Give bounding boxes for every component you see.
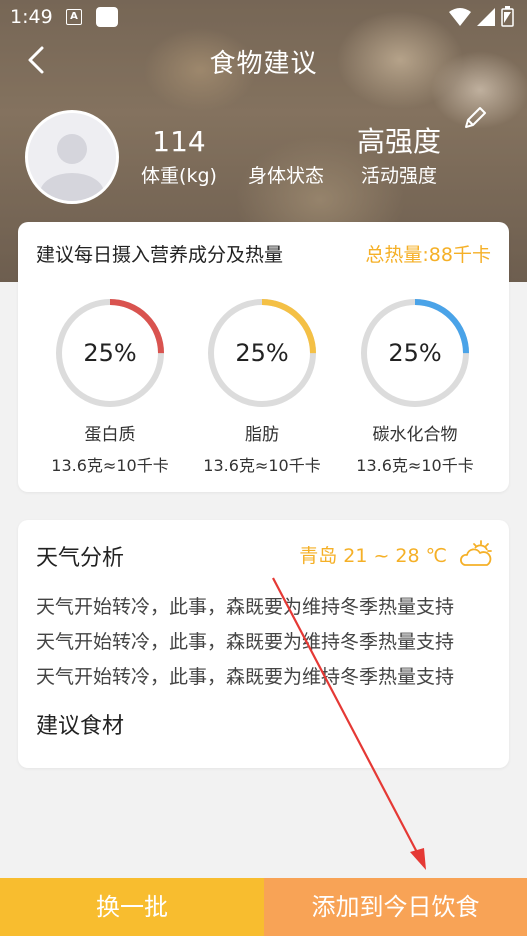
- user-placeholder-icon: [28, 113, 116, 201]
- ring-fat: 25%: [206, 297, 318, 409]
- weather-line: 天气开始转冷，此事，森既要为维持冬季热量支持: [36, 631, 455, 653]
- stat-weight: 114 体重(kg): [128, 125, 230, 189]
- nutrition-title: 建议每日摄入营养成分及热量: [36, 244, 284, 266]
- weather-line: 天气开始转冷，此事，森既要为维持冬季热量支持: [36, 666, 455, 688]
- stat-weight-label: 体重(kg): [141, 165, 217, 187]
- ring-carbs-percent: 25%: [388, 339, 442, 367]
- weather-title: 天气分析: [36, 546, 125, 571]
- status-bar: 1:49 A: [0, 0, 527, 34]
- stat-activity-label: 活动强度: [360, 165, 437, 187]
- ring-fat-amount: 13.6克≈10千卡: [203, 456, 321, 475]
- nav-bar: 食物建议: [0, 34, 527, 86]
- stat-body-status: 身体状态: [238, 125, 334, 189]
- ring-protein-percent: 25%: [83, 339, 137, 367]
- ring-fat-name: 脂肪: [245, 425, 279, 445]
- ring-protein-name: 蛋白质: [84, 425, 136, 445]
- add-to-today-button[interactable]: 添加到今日饮食: [264, 878, 527, 936]
- nutrition-total: 总热量:88千卡: [365, 244, 491, 266]
- notification-icon: A: [66, 9, 82, 25]
- page-title: 食物建议: [209, 49, 318, 79]
- suggested-ingredients-title: 建议食材: [36, 714, 125, 739]
- weather-card: 天气分析 青岛 21 ~ 28 ℃ 天气开始转冷，此事，森既要为维持冬季热量支持…: [18, 520, 509, 768]
- stat-activity: 高强度 活动强度: [350, 125, 448, 189]
- stat-body-status-label: 身体状态: [247, 165, 324, 187]
- ring-protein-amount: 13.6克≈10千卡: [51, 456, 169, 475]
- ring-fat-percent: 25%: [235, 339, 289, 367]
- weather-line: 天气开始转冷，此事，森既要为维持冬季热量支持: [36, 596, 455, 618]
- nutrition-card: 建议每日摄入营养成分及热量 总热量:88千卡 25% 蛋白质 13.6克≈10千…: [18, 222, 509, 492]
- avatar[interactable]: [25, 110, 119, 204]
- signal-icon: [477, 8, 495, 26]
- pencil-icon[interactable]: [460, 103, 490, 133]
- battery-icon: [501, 6, 514, 27]
- ring-protein: 25%: [54, 297, 166, 409]
- stat-weight-value: 114: [152, 125, 206, 158]
- cloud-sun-icon: [460, 540, 492, 566]
- app-notification-icon: [96, 7, 118, 27]
- status-time: 1:49: [10, 6, 53, 28]
- ring-carbs-name: 碳水化合物: [372, 425, 458, 445]
- wifi-icon: [449, 8, 471, 26]
- stat-body-status-value: [238, 125, 334, 159]
- status-icons: [449, 6, 514, 27]
- stat-activity-value: 高强度: [356, 125, 441, 158]
- ring-carbs-amount: 13.6克≈10千卡: [356, 456, 474, 475]
- refresh-button[interactable]: 换一批: [0, 878, 264, 936]
- weather-city-temp: 青岛 21 ~ 28 ℃: [299, 545, 447, 567]
- ring-carbs: 25%: [359, 297, 471, 409]
